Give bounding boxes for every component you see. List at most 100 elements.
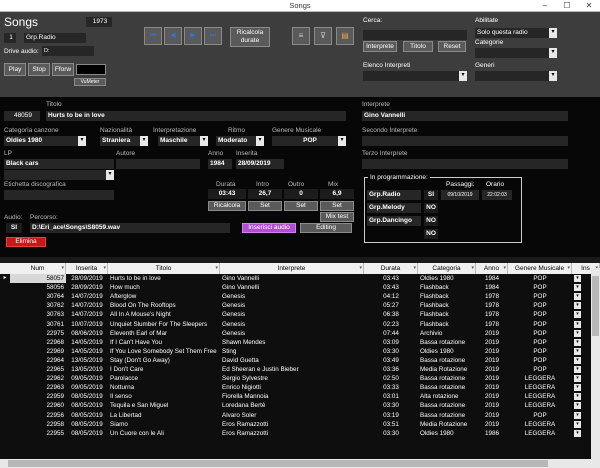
table-cell[interactable]: POP [508, 310, 572, 319]
table-cell[interactable]: LEGGERA [508, 383, 572, 392]
table-cell[interactable]: POP [508, 356, 572, 365]
table-cell[interactable]: 1978 [476, 301, 508, 310]
table-cell[interactable]: Notturna [108, 383, 220, 392]
chevron-down-icon[interactable]: ▾ [574, 375, 581, 383]
table-cell[interactable]: POP [508, 411, 572, 420]
table-cell[interactable]: 22955 [10, 429, 66, 438]
table-cell[interactable]: Shawn Mendes [220, 338, 364, 347]
durata-field[interactable]: 03:43 [208, 189, 246, 199]
table-cell[interactable]: How much [108, 283, 220, 292]
programma-flag[interactable]: NO [424, 216, 438, 226]
table-row[interactable]: 30764 14/07/2019 Afterglow Genesis 04:12 Flas… [0, 292, 600, 301]
recalc-durations-button[interactable]: Ricalcola durate [230, 27, 270, 47]
abilitate-select[interactable]: Solo questa radio [475, 28, 557, 38]
table-cell[interactable]: 03:30 [364, 401, 418, 410]
chevron-down-icon[interactable]: ▾ [574, 402, 581, 410]
table-cell[interactable]: Il senso [108, 392, 220, 401]
table-cell[interactable]: 1978 [476, 310, 508, 319]
table-cell[interactable]: Eros Ramazzotti [220, 420, 364, 429]
table-cell[interactable]: 22964 [10, 356, 66, 365]
secondo-interprete-field[interactable] [362, 136, 568, 146]
radio-name[interactable]: Grp.Radio [24, 33, 86, 43]
chevron-down-icon[interactable]: ▾ [574, 420, 581, 428]
table-cell[interactable]: POP [508, 320, 572, 329]
table-cell[interactable]: Flashback [418, 292, 476, 301]
chevron-down-icon[interactable]: ▾ [567, 263, 570, 274]
table-cell[interactable]: 1978 [476, 292, 508, 301]
chevron-down-icon[interactable]: ▾ [574, 347, 581, 355]
sort-icon[interactable]: ≡ [292, 27, 310, 45]
filter-icon[interactable]: ⊽ [314, 27, 332, 45]
table-cell[interactable]: POP [508, 347, 572, 356]
inserita-field[interactable]: 28/09/2019 [236, 159, 284, 169]
table-cell[interactable]: 2019 [476, 383, 508, 392]
table-cell[interactable]: If I Can't Have You [108, 338, 220, 347]
intro-field[interactable]: 26,7 [248, 189, 282, 199]
column-header[interactable]: Durata ▾ [364, 263, 418, 274]
table-cell[interactable]: 02:50 [364, 374, 418, 383]
table-cell[interactable]: 03:19 [364, 411, 418, 420]
table-row[interactable]: 22964 13/05/2019 Stay (Don't Go Away) David… [0, 356, 600, 365]
table-cell[interactable]: 2019 [476, 374, 508, 383]
table-cell[interactable]: Media Rotazione [418, 420, 476, 429]
table-cell[interactable]: Unquiet Slumber For The Sleepers [108, 320, 220, 329]
table-cell[interactable]: 03:01 [364, 392, 418, 401]
table-cell[interactable]: 03:43 [364, 274, 418, 283]
chevron-down-icon[interactable]: ▾ [140, 136, 148, 146]
table-cell[interactable]: Flashback [418, 310, 476, 319]
table-row[interactable]: 30761 10/07/2019 Unquiet Slumber For The S… [0, 320, 600, 329]
table-cell[interactable]: Genesis [220, 292, 364, 301]
scroll-thumb[interactable] [592, 276, 599, 336]
interprete-field[interactable]: Gino Vannelli [362, 111, 568, 121]
chevron-down-icon[interactable]: ▾ [359, 263, 362, 274]
chevron-down-icon[interactable]: ▾ [574, 356, 581, 364]
elimina-button[interactable]: Elimina [6, 237, 46, 247]
table-cell[interactable]: 14/05/2019 [66, 338, 108, 347]
table-cell[interactable]: 13/05/2019 [66, 365, 108, 374]
chevron-down-icon[interactable]: ▾ [574, 320, 581, 328]
table-cell[interactable]: 22958 [10, 420, 66, 429]
table-cell[interactable]: 03:49 [364, 356, 418, 365]
table-cell[interactable]: 2019 [476, 329, 508, 338]
elenco-interpreti-select[interactable] [363, 71, 467, 81]
table-cell[interactable]: 22975 [10, 329, 66, 338]
table-cell[interactable]: 2019 [476, 411, 508, 420]
table-cell[interactable]: Bassa rotazione [418, 356, 476, 365]
table-cell[interactable]: 03:33 [364, 383, 418, 392]
table-cell[interactable]: LEGGERA [508, 429, 572, 438]
table-cell[interactable]: 14/05/2019 [66, 347, 108, 356]
table-cell[interactable]: 2019 [476, 392, 508, 401]
table-cell[interactable]: 28/09/2019 [66, 283, 108, 292]
programma-flag[interactable]: SI [424, 190, 438, 200]
table-cell[interactable]: 03:30 [364, 429, 418, 438]
search-input[interactable] [363, 30, 467, 40]
table-cell[interactable]: POP [508, 365, 572, 374]
table-cell[interactable]: 05:27 [364, 301, 418, 310]
chevron-down-icon[interactable]: ▾ [574, 366, 581, 373]
table-row[interactable]: 22959 08/05/2019 Il senso Fiorella Mannoia 0… [0, 392, 600, 401]
column-header[interactable]: Interprete ▾ [220, 263, 364, 274]
chevron-down-icon[interactable]: ▾ [574, 275, 581, 282]
scroll-thumb[interactable] [8, 460, 548, 467]
table-cell[interactable]: 22956 [10, 411, 66, 420]
table-cell[interactable]: Flashback [418, 301, 476, 310]
table-row[interactable]: 58056 28/09/2019 How much Gino Vannelli 03:4… [0, 283, 600, 292]
mix-test-button[interactable]: Mix test [320, 212, 354, 222]
next-record-icon[interactable]: ▶ [184, 27, 202, 45]
table-cell[interactable]: Flashback [418, 283, 476, 292]
table-cell[interactable]: 10/07/2019 [66, 320, 108, 329]
report-icon[interactable]: ▤ [336, 27, 354, 45]
table-cell[interactable]: David Guetta [220, 356, 364, 365]
column-header[interactable]: Anno ▾ [476, 263, 508, 274]
table-cell[interactable]: Alta rotazione [418, 392, 476, 401]
table-cell[interactable]: La Libertad [108, 411, 220, 420]
table-row[interactable]: 22975 08/06/2019 Eleventh Earl of Mar Genes… [0, 329, 600, 338]
table-cell[interactable]: 08/05/2019 [66, 401, 108, 410]
genere-select[interactable]: POP [272, 136, 346, 146]
mix-set-button[interactable]: Set [320, 201, 354, 211]
table-cell[interactable]: 22960 [10, 401, 66, 410]
table-row[interactable]: 22956 08/05/2019 La Libertad Alvaro Soler 03… [0, 411, 600, 420]
table-cell[interactable]: 28/09/2019 [66, 274, 108, 283]
table-cell[interactable]: Genesis [220, 329, 364, 338]
table-cell[interactable]: 1978 [476, 320, 508, 329]
